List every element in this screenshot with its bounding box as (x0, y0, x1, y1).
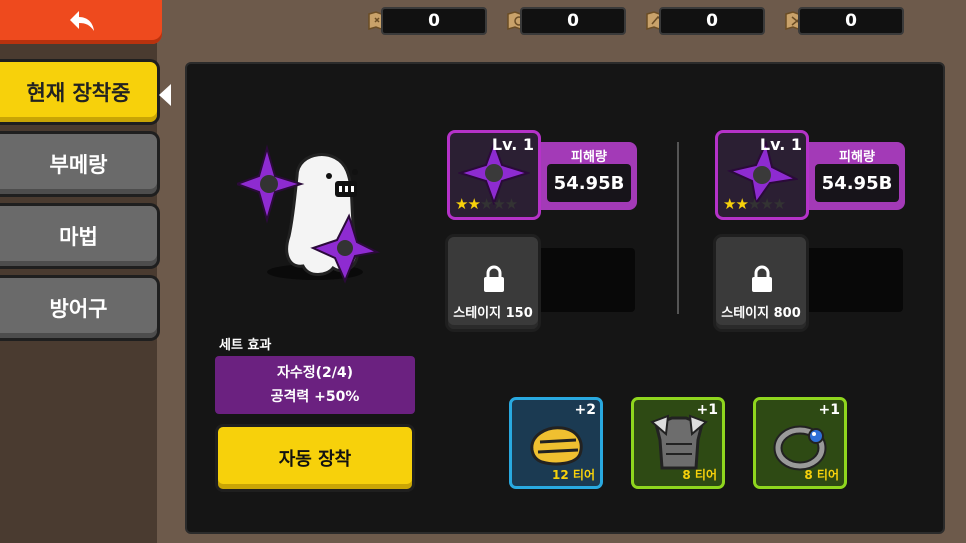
tab-current-equipped[interactable]: 현재 장착중 (0, 59, 171, 125)
gear-item-slot[interactable]: +2 12 티어 (509, 397, 603, 489)
resource-counter: 0 (784, 7, 906, 35)
equipped-boomerang-slot[interactable]: Lv. 1 ★★★★★ (447, 130, 541, 220)
damage-label: 피해량 (839, 150, 875, 165)
locked-info-panel (537, 248, 635, 312)
resource-counter: 0 (367, 7, 489, 35)
tab-magic[interactable]: 마법 (0, 203, 160, 269)
ring-icon (773, 425, 827, 471)
tab-boomerang[interactable]: 부메랑 (0, 131, 160, 197)
level-label: Lv. 1 (759, 135, 802, 154)
tab-armor[interactable]: 방어구 (0, 275, 160, 341)
equipped-boomerang-slot[interactable]: Lv. 1 ★★★★★ (715, 130, 809, 220)
lock-icon (484, 265, 504, 292)
set-name: 자수정(2/4) (276, 365, 354, 381)
set-bonus: 공격력 +50% (270, 389, 360, 405)
tier-label: 8 티어 (682, 468, 717, 482)
damage-value: 54.95B (815, 164, 899, 202)
star-rating: ★★★★★ (455, 195, 518, 213)
resource-counter: 0 (645, 7, 767, 35)
locked-slot[interactable]: 스테이지 150 (445, 234, 541, 332)
tab-label: 부메랑 (49, 153, 108, 177)
auto-equip-button[interactable]: 자동 장착 (215, 424, 415, 492)
resource-counter: 0 (506, 7, 628, 35)
enhance-level: +2 (574, 402, 596, 418)
set-effect-title: 세트 효과 (219, 338, 272, 353)
resource-value: 0 (798, 7, 904, 35)
resource-value: 0 (381, 7, 487, 35)
back-button[interactable] (0, 0, 162, 44)
divider (677, 142, 679, 314)
damage-panel: 피해량 54.95B (541, 142, 637, 210)
character-avatar (237, 144, 381, 284)
lock-icon (752, 265, 772, 292)
locked-info-panel (805, 248, 903, 312)
gear-item-slot[interactable]: +1 8 티어 (631, 397, 725, 489)
locked-slot[interactable]: 스테이지 800 (713, 234, 809, 332)
level-label: Lv. 1 (491, 135, 534, 154)
tier-label: 8 티어 (804, 468, 839, 482)
tab-label: 마법 (59, 225, 98, 249)
auto-equip-label: 자동 장착 (278, 449, 352, 470)
equipment-panel: Lv. 1 ★★★★★ 피해량 54.95B Lv. 1 ★★★★★ 피해량 5… (185, 62, 945, 534)
gear-item-slot[interactable]: +1 8 티어 (753, 397, 847, 489)
damage-label: 피해량 (571, 150, 607, 165)
unlock-stage-label: 스테이지 150 (453, 306, 533, 321)
star-rating: ★★★★★ (723, 195, 786, 213)
active-tab-indicator (159, 84, 171, 106)
enhance-level: +1 (696, 402, 718, 418)
resource-value: 0 (520, 7, 626, 35)
tab-label: 현재 장착중 (26, 81, 131, 105)
back-arrow-icon (70, 11, 94, 31)
tier-label: 12 티어 (552, 468, 595, 482)
gauntlet-icon (530, 426, 583, 466)
set-effect-box: 자수정(2/4) 공격력 +50% (215, 356, 415, 414)
resource-value: 0 (659, 7, 765, 35)
amethyst-boomerang-icon (237, 144, 305, 224)
damage-value: 54.95B (547, 164, 631, 202)
damage-panel: 피해량 54.95B (809, 142, 905, 210)
unlock-stage-label: 스테이지 800 (721, 306, 801, 321)
enhance-level: +1 (818, 402, 840, 418)
armor-icon (650, 414, 708, 470)
tab-label: 방어구 (49, 297, 108, 321)
